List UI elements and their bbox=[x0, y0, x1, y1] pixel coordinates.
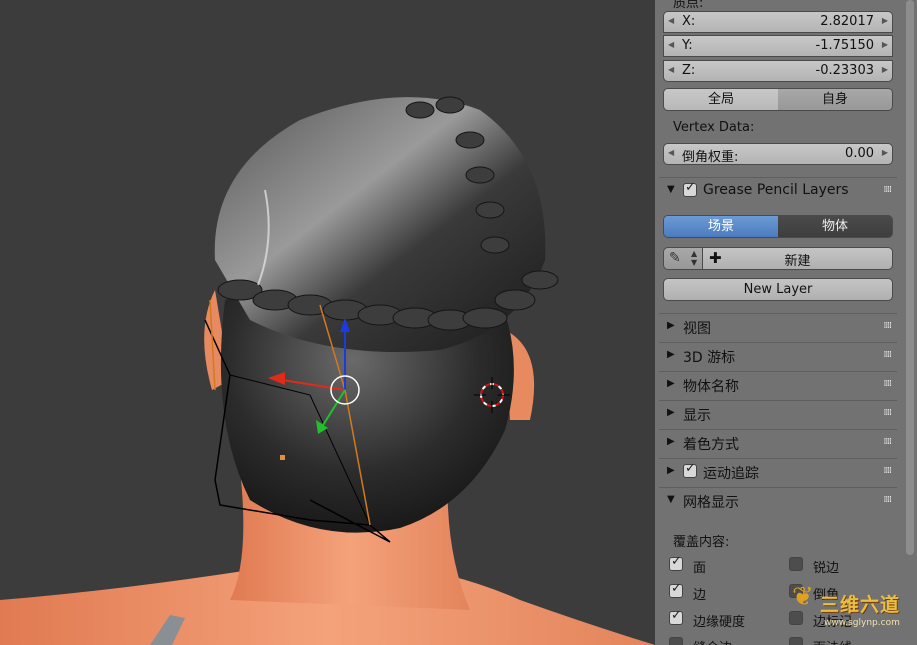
section-display[interactable]: ▶ 显示 ⁞⁞⁞⁞ bbox=[659, 400, 897, 426]
grease-pencil-title: Grease Pencil Layers bbox=[703, 182, 849, 198]
new-label: 新建 bbox=[784, 254, 811, 269]
drag-handle-icon[interactable]: ⁞⁞⁞⁞ bbox=[884, 495, 893, 505]
faces-checkbox[interactable]: ✓ bbox=[669, 554, 683, 571]
section-view[interactable]: ▶ 视图 ⁞⁞⁞⁞ bbox=[659, 313, 897, 339]
collapse-down-icon: ▼ bbox=[667, 494, 675, 505]
section-label: 着色方式 bbox=[683, 437, 739, 453]
section-label: 视图 bbox=[683, 321, 711, 337]
x-value: 2.82017 bbox=[820, 14, 874, 29]
collapse-down-icon[interactable]: ▼ bbox=[667, 184, 675, 195]
section-label: 3D 游标 bbox=[683, 350, 736, 366]
section-label: 网格显示 bbox=[683, 495, 739, 511]
bevel-weight-label: 倒角权重: bbox=[682, 150, 739, 165]
pencil-browse-button[interactable]: ✎ ▲ ▼ bbox=[663, 247, 703, 270]
edges-label: 边 bbox=[693, 588, 707, 603]
section-shading[interactable]: ▶ 着色方式 ⁞⁞⁞⁞ bbox=[659, 429, 897, 455]
faces-label: 面 bbox=[693, 561, 707, 576]
drag-handle-icon[interactable]: ⁞⁞⁞⁞ bbox=[884, 437, 893, 447]
grease-pencil-header[interactable]: ▼ ✓ Grease Pencil Layers ⁞⁞⁞⁞ bbox=[659, 177, 897, 203]
drag-handle-icon[interactable]: ⁞⁞⁞⁞ bbox=[884, 185, 893, 195]
increment-icon[interactable]: ▶ bbox=[882, 148, 888, 157]
watermark-text: 三维六道 bbox=[820, 594, 901, 616]
panel-scrollbar[interactable] bbox=[906, 0, 914, 555]
sharp-label: 锐边 bbox=[813, 561, 840, 576]
check-icon: ✓ bbox=[685, 180, 696, 195]
bevel-weight-field[interactable]: ◀ 倒角权重: 0.00 ▶ bbox=[663, 143, 893, 165]
collapse-right-icon: ▶ bbox=[667, 407, 675, 418]
section-label: 显示 bbox=[683, 408, 711, 424]
watermark: ❦ 三维六道 www.sglynp.com bbox=[790, 582, 915, 642]
collapse-right-icon: ▶ bbox=[667, 349, 675, 360]
z-value: -0.23303 bbox=[815, 63, 874, 78]
decrement-icon[interactable]: ◀ bbox=[668, 148, 674, 157]
check-icon: ✓ bbox=[671, 608, 682, 623]
3d-viewport[interactable] bbox=[0, 0, 655, 645]
increment-icon[interactable]: ▶ bbox=[882, 16, 888, 25]
global-button[interactable]: 全局 bbox=[664, 89, 778, 110]
collapse-right-icon: ▶ bbox=[667, 436, 675, 447]
properties-panel: 质点: ◀ X: 2.82017 ▶ ◀ Y: -1.75150 ▶ ◀ Z: … bbox=[655, 0, 917, 645]
section-item-name[interactable]: ▶ 物体名称 ⁞⁞⁞⁞ bbox=[659, 371, 897, 397]
section-label: 物体名称 bbox=[683, 379, 739, 395]
check-icon: ✓ bbox=[671, 554, 682, 569]
collapse-right-icon: ▶ bbox=[667, 465, 675, 476]
new-gp-row: ✎ ▲ ▼ ✚ 新建 bbox=[663, 247, 893, 270]
section-label: 运动追踪 bbox=[703, 466, 759, 482]
new-button[interactable]: ✚ 新建 bbox=[703, 247, 893, 270]
viewport-scene bbox=[0, 96, 655, 645]
tab-scene[interactable]: 场景 bbox=[664, 216, 778, 237]
decrement-icon[interactable]: ◀ bbox=[668, 16, 674, 25]
decrement-icon[interactable]: ◀ bbox=[668, 65, 674, 74]
edges-checkbox[interactable]: ✓ bbox=[669, 581, 683, 598]
decrement-icon[interactable]: ◀ bbox=[668, 40, 674, 49]
section-motion-tracking[interactable]: ▶ ✓ 运动追踪 ⁞⁞⁞⁞ bbox=[659, 458, 897, 484]
watermark-logo-icon: ❦ bbox=[792, 582, 814, 612]
crease-checkbox[interactable]: ✓ bbox=[669, 608, 683, 625]
drag-handle-icon[interactable]: ⁞⁞⁞⁞ bbox=[884, 350, 893, 360]
crease-label: 边缘硬度 bbox=[693, 615, 746, 630]
updown-icon: ▲ ▼ bbox=[691, 249, 698, 267]
y-value: -1.75150 bbox=[815, 38, 874, 53]
drag-handle-icon[interactable]: ⁞⁞⁞⁞ bbox=[884, 408, 893, 418]
overlay-label: 覆盖内容: bbox=[673, 535, 730, 550]
watermark-url: www.sglynp.com bbox=[824, 618, 900, 628]
drag-handle-icon[interactable]: ⁞⁞⁞⁞ bbox=[884, 321, 893, 331]
drag-handle-icon[interactable]: ⁞⁞⁞⁞ bbox=[884, 379, 893, 389]
y-label: Y: bbox=[682, 38, 693, 53]
grease-pencil-checkbox[interactable]: ✓ bbox=[683, 180, 697, 197]
bevel-weight-value: 0.00 bbox=[845, 146, 874, 161]
median-label: 质点: bbox=[673, 0, 704, 11]
seams-checkbox[interactable] bbox=[669, 637, 683, 645]
increment-icon[interactable]: ▶ bbox=[882, 65, 888, 74]
collapse-right-icon: ▶ bbox=[667, 378, 675, 389]
seams-label: 缝合边 bbox=[693, 637, 732, 645]
motion-tracking-checkbox[interactable]: ✓ bbox=[683, 461, 697, 478]
sharp-checkbox[interactable] bbox=[789, 557, 803, 571]
pencil-icon: ✎ bbox=[669, 250, 681, 266]
collapse-right-icon: ▶ bbox=[667, 320, 675, 331]
drag-handle-icon[interactable]: ⁞⁞⁞⁞ bbox=[884, 466, 893, 476]
space-toggle: 全局 自身 bbox=[663, 88, 893, 111]
new-layer-button[interactable]: New Layer bbox=[663, 278, 893, 301]
increment-icon[interactable]: ▶ bbox=[882, 40, 888, 49]
x-label: X: bbox=[682, 14, 696, 29]
section-3d-cursor[interactable]: ▶ 3D 游标 ⁞⁞⁞⁞ bbox=[659, 342, 897, 368]
grease-pencil-source-tabs: 场景 物体 bbox=[663, 215, 893, 238]
tab-object[interactable]: 物体 bbox=[778, 216, 892, 237]
section-mesh-display[interactable]: ▼ 网格显示 ⁞⁞⁞⁞ bbox=[659, 487, 897, 513]
check-icon: ✓ bbox=[671, 581, 682, 596]
z-field[interactable]: ◀ Z: -0.23303 ▶ bbox=[663, 60, 893, 82]
x-field[interactable]: ◀ X: 2.82017 ▶ bbox=[663, 11, 893, 33]
z-label: Z: bbox=[682, 63, 696, 78]
vertex-data-label: Vertex Data: bbox=[673, 120, 755, 135]
check-icon: ✓ bbox=[685, 461, 696, 476]
local-button[interactable]: 自身 bbox=[778, 89, 892, 110]
y-field[interactable]: ◀ Y: -1.75150 ▶ bbox=[663, 35, 893, 57]
